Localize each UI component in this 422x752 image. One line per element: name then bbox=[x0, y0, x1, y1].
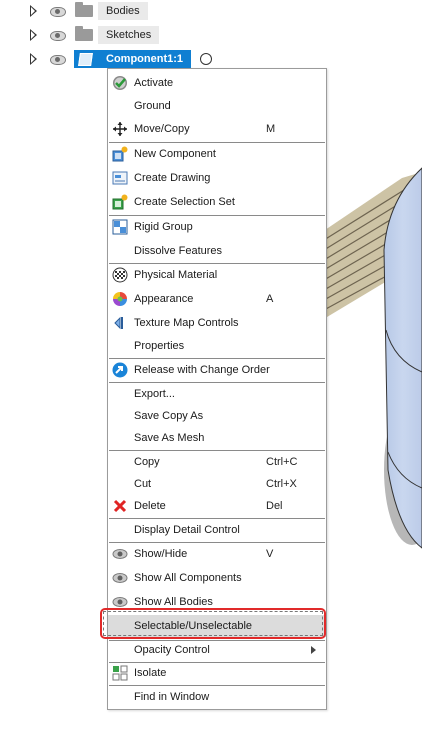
menu-label: Export... bbox=[134, 388, 175, 400]
menu-item-display-detail-control[interactable]: Display Detail Control bbox=[108, 519, 326, 541]
new-component-icon bbox=[112, 146, 128, 162]
menu-item-move-copy[interactable]: Move/Copy M bbox=[108, 118, 326, 140]
submenu-arrow-icon bbox=[311, 646, 316, 654]
menu-item-save-copy-as[interactable]: Save Copy As bbox=[108, 405, 326, 427]
menu-shortcut: M bbox=[266, 123, 276, 135]
menu-label: Opacity Control bbox=[134, 644, 210, 656]
tree-label[interactable]: Component1:1 bbox=[98, 50, 191, 68]
menu-label: Physical Material bbox=[134, 269, 218, 281]
menu-item-ground[interactable]: Ground bbox=[108, 95, 326, 117]
menu-item-show-all-components[interactable]: Show All Components bbox=[108, 567, 326, 589]
expand-arrow-icon[interactable] bbox=[30, 5, 37, 17]
menu-item-create-drawing[interactable]: Create Drawing bbox=[108, 167, 326, 189]
menu-item-new-component[interactable]: New Component bbox=[108, 143, 326, 165]
tree-row-component[interactable]: Component1:1 bbox=[0, 49, 220, 69]
menu-label: Show All Components bbox=[134, 572, 242, 584]
isolate-icon bbox=[112, 665, 128, 681]
delete-x-icon bbox=[113, 499, 127, 513]
component-icon bbox=[74, 50, 98, 68]
create-drawing-icon bbox=[112, 171, 128, 185]
menu-label: Properties bbox=[134, 340, 185, 352]
menu-label: Appearance bbox=[134, 293, 194, 305]
menu-label: Activate bbox=[134, 77, 174, 89]
eye-icon[interactable] bbox=[50, 55, 66, 65]
menu-label: Copy bbox=[134, 456, 160, 468]
menu-shortcut: Del bbox=[266, 500, 283, 512]
menu-label: Texture Map Controls bbox=[134, 317, 239, 329]
activate-radio[interactable] bbox=[200, 53, 212, 65]
tree-label[interactable]: Bodies bbox=[98, 2, 148, 20]
menu-label: Isolate bbox=[134, 667, 167, 679]
menu-label: Create Selection Set bbox=[134, 196, 235, 208]
menu-item-export[interactable]: Export... bbox=[108, 383, 326, 405]
eye-icon bbox=[112, 573, 128, 583]
tree-row-bodies[interactable]: Bodies bbox=[0, 1, 220, 21]
menu-label: Save Copy As bbox=[134, 410, 204, 422]
menu-item-find-in-window[interactable]: Find in Window bbox=[108, 686, 326, 708]
menu-item-texture-map-controls[interactable]: Texture Map Controls bbox=[108, 312, 326, 334]
tree-label[interactable]: Sketches bbox=[98, 26, 160, 44]
texture-map-icon bbox=[114, 316, 123, 330]
rigid-group-icon bbox=[112, 219, 128, 235]
menu-label: Dissolve Features bbox=[134, 245, 223, 257]
menu-label: Ground bbox=[134, 100, 171, 112]
expand-arrow-icon[interactable] bbox=[30, 53, 37, 65]
menu-item-cut[interactable]: Cut Ctrl+X bbox=[108, 473, 326, 495]
menu-shortcut: A bbox=[266, 293, 274, 305]
eye-icon bbox=[112, 549, 128, 559]
menu-item-create-selection-set[interactable]: Create Selection Set bbox=[108, 191, 326, 213]
menu-label: Cut bbox=[134, 478, 152, 490]
menu-item-rigid-group[interactable]: Rigid Group bbox=[108, 216, 326, 238]
menu-shortcut: Ctrl+X bbox=[266, 478, 297, 490]
menu-label: Delete bbox=[134, 500, 166, 512]
physical-material-icon bbox=[112, 267, 128, 283]
menu-item-save-as-mesh[interactable]: Save As Mesh bbox=[108, 427, 326, 449]
menu-item-properties[interactable]: Properties bbox=[108, 335, 326, 357]
menu-item-physical-material[interactable]: Physical Material bbox=[108, 264, 326, 286]
menu-shortcut: V bbox=[266, 548, 274, 560]
menu-item-activate[interactable]: Activate bbox=[108, 72, 326, 94]
menu-item-dissolve-features[interactable]: Dissolve Features bbox=[108, 240, 326, 262]
menu-label: Move/Copy bbox=[134, 123, 190, 135]
menu-label: Show/Hide bbox=[134, 548, 188, 560]
release-change-order-icon bbox=[112, 362, 128, 378]
menu-item-release-change-order[interactable]: Release with Change Order bbox=[108, 359, 326, 381]
menu-label: Find in Window bbox=[134, 691, 210, 703]
expand-arrow-icon[interactable] bbox=[30, 29, 37, 41]
menu-label: Create Drawing bbox=[134, 172, 211, 184]
menu-label: Rigid Group bbox=[134, 221, 193, 233]
menu-item-opacity-control[interactable]: Opacity Control bbox=[108, 639, 326, 661]
menu-item-delete[interactable]: Delete Del bbox=[108, 495, 326, 517]
selection-set-icon bbox=[112, 194, 128, 210]
annotation-highlight-box bbox=[100, 608, 326, 639]
eye-icon[interactable] bbox=[50, 31, 66, 41]
menu-label: New Component bbox=[134, 148, 216, 160]
appearance-icon bbox=[113, 292, 127, 306]
tree-row-sketches[interactable]: Sketches bbox=[0, 25, 220, 45]
menu-item-show-hide[interactable]: Show/Hide V bbox=[108, 543, 326, 565]
menu-label: Display Detail Control bbox=[134, 524, 240, 536]
menu-shortcut: Ctrl+C bbox=[266, 456, 298, 468]
eye-icon[interactable] bbox=[50, 7, 66, 17]
folder-icon bbox=[75, 26, 93, 41]
activate-check-icon bbox=[113, 76, 127, 90]
menu-label: Save As Mesh bbox=[134, 432, 205, 444]
menu-item-copy[interactable]: Copy Ctrl+C bbox=[108, 451, 326, 473]
menu-label: Release with Change Order bbox=[134, 364, 270, 376]
move-arrows-icon bbox=[113, 122, 127, 136]
menu-item-isolate[interactable]: Isolate bbox=[108, 662, 326, 684]
folder-icon bbox=[75, 2, 93, 17]
menu-item-appearance[interactable]: Appearance A bbox=[108, 288, 326, 310]
